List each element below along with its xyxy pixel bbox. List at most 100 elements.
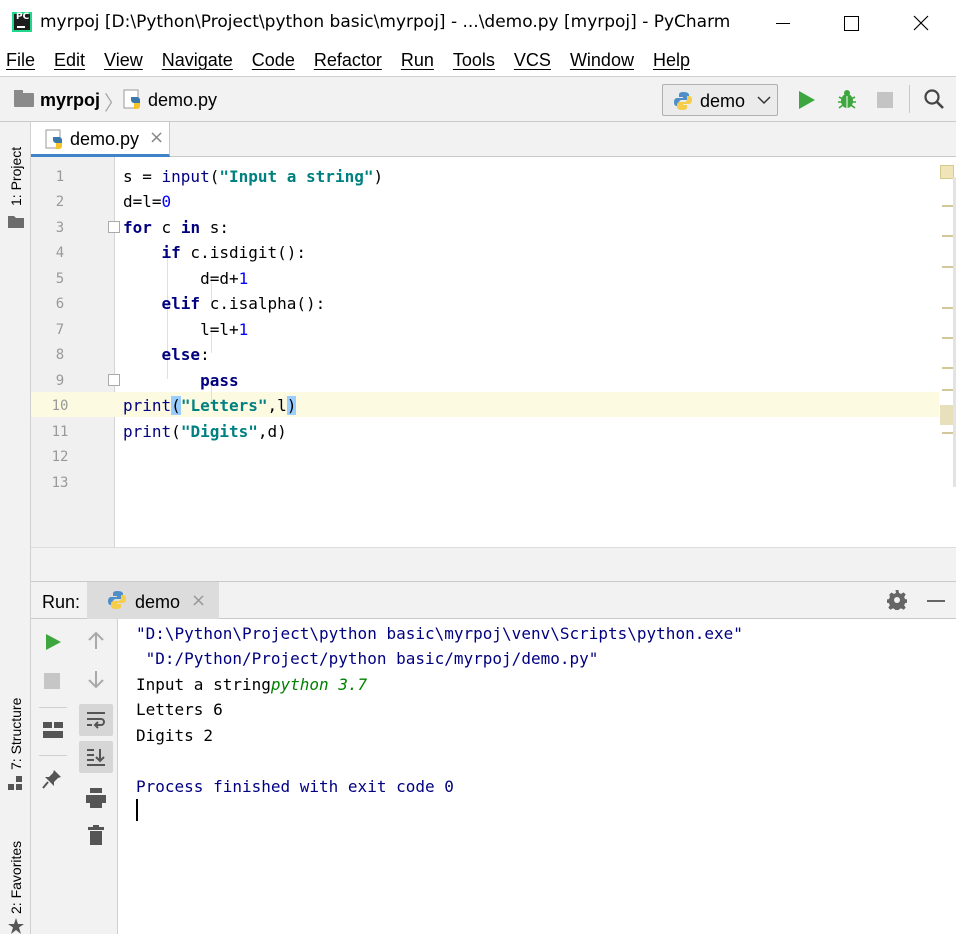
line-number: 8 (55, 347, 65, 363)
run-panel-label: Run: (42, 592, 81, 612)
toolbar-divider (909, 85, 910, 113)
debug-bug-icon[interactable] (836, 88, 858, 110)
line-number: 11 (51, 424, 69, 440)
menu-window[interactable]: Window (570, 46, 634, 76)
line-number: 10 (51, 398, 69, 414)
chevron-down-icon (757, 96, 771, 105)
run-tab-label: demo (135, 592, 181, 612)
editor-tab-demo[interactable]: demo.py × (31, 122, 170, 157)
pycharm-logo-icon: PC (12, 12, 32, 32)
code-line: pass (200, 371, 239, 390)
console-line-exit: Process finished with exit code 0 (136, 777, 454, 796)
structure-tool-tab[interactable]: 7: Structure (8, 698, 24, 770)
left-tool-window-stripe (0, 122, 31, 934)
code-line: else: (161, 345, 210, 364)
editor-bottom-area (31, 547, 956, 581)
line-number: 2 (55, 194, 65, 210)
editor-error-stripe[interactable] (940, 157, 956, 487)
run-panel-header: Run: demo × (31, 581, 956, 619)
menu-navigate[interactable]: Navigate (162, 46, 233, 76)
line-number: 12 (51, 449, 69, 465)
console-line-letters: Letters 6 (136, 700, 223, 719)
soft-wrap-icon (87, 712, 105, 729)
scroll-to-end-button[interactable] (79, 741, 113, 773)
menu-vcs[interactable]: VCS (514, 46, 551, 76)
run-toolbar-secondary (75, 619, 118, 934)
app-icon-text: PC (16, 12, 30, 22)
code-line: print("Digits",d) (123, 422, 287, 441)
print-icon[interactable] (86, 788, 106, 808)
line-number: 4 (55, 245, 65, 261)
rerun-button[interactable] (46, 634, 61, 650)
menu-tools[interactable]: Tools (453, 46, 495, 76)
close-icon (913, 15, 929, 31)
soft-wrap-button[interactable] (79, 704, 113, 736)
run-configuration-name: demo (700, 91, 746, 111)
python-icon (108, 591, 126, 609)
hide-panel-button[interactable] (927, 600, 945, 602)
code-line: s = input("Input a string") (123, 167, 384, 186)
arrow-up-icon[interactable] (87, 631, 105, 651)
layout-icon[interactable] (43, 722, 63, 738)
code-editor[interactable]: 1 2 3 4 5 6 7 8 9 10 11 12 13 s = input(… (31, 157, 956, 547)
search-icon[interactable] (923, 88, 945, 110)
run-button[interactable] (799, 91, 815, 109)
menu-run[interactable]: Run (401, 46, 434, 76)
line-number-gutter: 1 2 3 4 5 6 7 8 9 10 11 12 13 (31, 157, 120, 547)
close-window-button[interactable] (886, 0, 956, 46)
close-run-tab-icon[interactable]: × (191, 590, 206, 611)
run-console-output[interactable]: "D:\Python\Project\python basic\myrpoj\v… (118, 619, 956, 934)
line-number: 6 (55, 296, 65, 312)
folder-icon (8, 216, 24, 228)
window-title: myrpoj [D:\Python\Project\python basic\m… (40, 12, 731, 32)
code-line: elif c.isalpha(): (161, 294, 326, 313)
line-number: 3 (55, 220, 65, 236)
code-line: for c in s: (123, 218, 229, 237)
breadcrumb-file[interactable]: demo.py (148, 90, 217, 111)
console-line-prompt: Input a stringpython 3.7 (136, 675, 367, 694)
line-number: 13 (51, 475, 69, 491)
menu-view[interactable]: View (104, 46, 143, 76)
close-tab-icon[interactable]: × (149, 127, 164, 148)
menu-bar: File Edit View Navigate Code Refactor Ru… (0, 46, 956, 76)
scroll-to-end-icon (87, 749, 105, 766)
arrow-down-icon[interactable] (87, 669, 105, 689)
minimize-icon (776, 22, 790, 24)
editor-tab-label: demo.py (70, 129, 140, 149)
code-line: print("Letters",l) (123, 396, 297, 415)
stop-button[interactable] (877, 92, 893, 108)
line-number: 1 (55, 169, 65, 185)
project-tool-tab[interactable]: 1: Project (8, 147, 24, 206)
code-line: l=l+1 (123, 320, 249, 339)
structure-icon (8, 776, 22, 790)
fold-end-icon[interactable] (108, 374, 120, 386)
fold-collapse-icon[interactable] (108, 221, 120, 233)
menu-refactor[interactable]: Refactor (314, 46, 382, 76)
python-icon (674, 92, 692, 110)
breadcrumb-project[interactable]: myrpoj (40, 90, 100, 111)
run-configuration-selector[interactable]: demo (662, 84, 778, 116)
gear-icon[interactable] (887, 590, 907, 610)
menu-file[interactable]: File (6, 46, 35, 76)
maximize-window-button[interactable] (816, 0, 886, 46)
line-number: 7 (55, 322, 65, 338)
menu-edit[interactable]: Edit (54, 46, 85, 76)
code-line: if c.isdigit(): (161, 243, 307, 262)
run-tab-demo[interactable]: demo × (87, 582, 219, 619)
menu-code[interactable]: Code (252, 46, 295, 76)
console-line-script: "D:/Python/Project/python basic/myrpoj/d… (136, 649, 599, 668)
stop-run-button[interactable] (44, 673, 60, 689)
pin-icon[interactable] (42, 769, 62, 789)
favorites-tool-tab[interactable]: 2: Favorites (8, 841, 24, 914)
run-toolbar-primary (31, 619, 75, 934)
navigation-bar: myrpoj 〉 demo.py demo (0, 76, 956, 122)
console-text-cursor (136, 799, 138, 821)
menu-help[interactable]: Help (653, 46, 690, 76)
maximize-icon (843, 15, 859, 31)
star-icon (8, 918, 24, 934)
trash-icon[interactable] (87, 825, 105, 845)
python-file-icon (45, 129, 62, 149)
code-line: d=d+1 (123, 269, 249, 288)
minimize-window-button[interactable] (748, 0, 818, 46)
console-line-command: "D:\Python\Project\python basic\myrpoj\v… (136, 624, 743, 643)
